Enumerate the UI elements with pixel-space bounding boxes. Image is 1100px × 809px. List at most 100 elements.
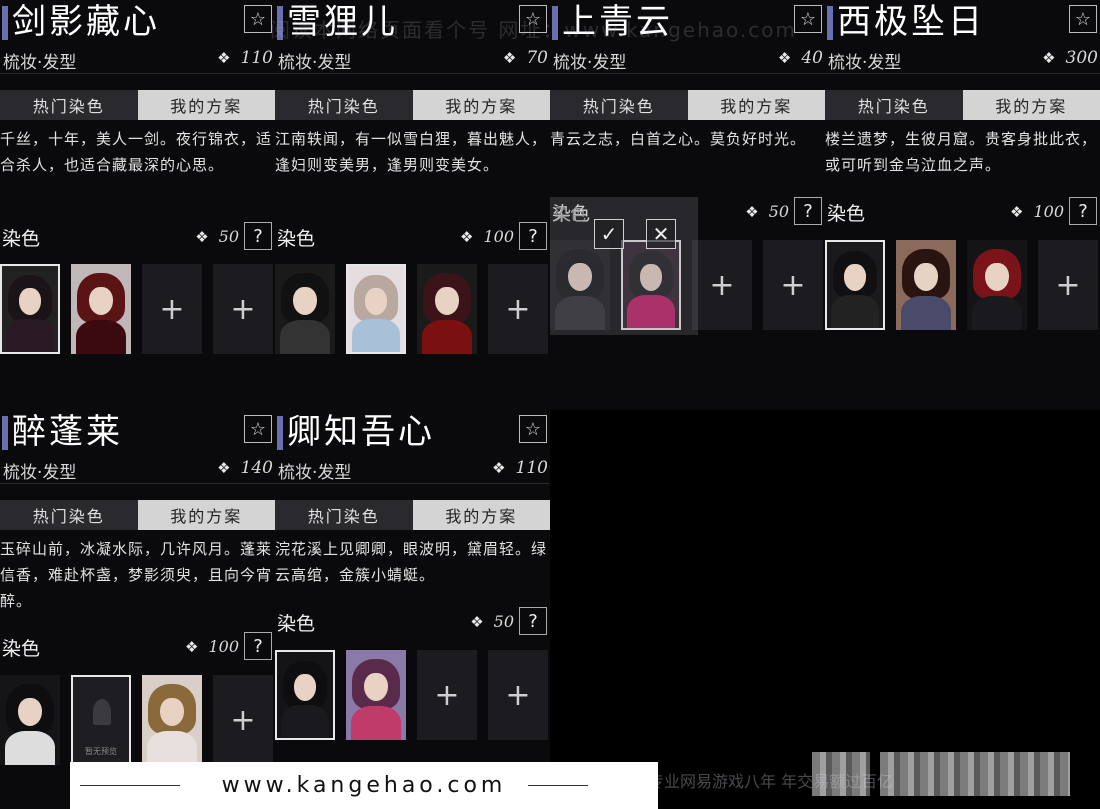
question-icon: ? (1078, 200, 1088, 222)
add-dye-slot[interactable]: + (417, 650, 477, 740)
tab-hot-dyes[interactable]: 热门染色 (0, 90, 138, 120)
tab-my-schemes[interactable]: 我的方案 (137, 500, 275, 530)
portrait-body (4, 730, 56, 765)
price-value: ❖ 110 (492, 458, 548, 478)
dye-preview-slot[interactable] (142, 675, 202, 765)
dye-preview-placeholder[interactable]: 暂无预览 (71, 675, 131, 765)
category-label: 梳妆·发型 (3, 463, 77, 483)
dye-preview-slot[interactable] (346, 650, 406, 740)
dye-preview-slot[interactable] (0, 675, 60, 765)
tab-my-schemes[interactable]: 我的方案 (412, 90, 550, 120)
dye-preview-slot[interactable] (896, 240, 956, 330)
star-icon: ☆ (249, 418, 267, 440)
character-portrait (346, 650, 406, 740)
add-dye-slot[interactable]: + (692, 240, 752, 330)
dye-preview-slot[interactable] (275, 264, 335, 354)
character-portrait (417, 264, 477, 354)
plus-icon: + (780, 267, 806, 303)
dye-price-number: 100 (208, 637, 239, 656)
add-dye-slot[interactable]: + (213, 675, 273, 765)
price-number: 300 (1065, 48, 1098, 68)
favorite-button[interactable]: ☆ (244, 415, 272, 443)
favorite-button[interactable]: ☆ (519, 415, 547, 443)
tab-hot-dyes[interactable]: 热门染色 (825, 90, 963, 120)
dye-preview-slot[interactable] (71, 264, 131, 354)
portrait-body (281, 705, 329, 738)
dye-row: 染色 ❖ 50 ? (0, 222, 275, 254)
portrait-body (971, 295, 1023, 330)
tab-hot-dyes[interactable]: 热门染色 (0, 500, 138, 530)
portrait-body (900, 295, 952, 330)
category-label: 梳妆·发型 (828, 53, 902, 73)
dye-preview-slot[interactable] (967, 240, 1027, 330)
dye-preview-slot[interactable] (0, 264, 60, 354)
price-number: 140 (240, 458, 273, 478)
help-button[interactable]: ? (244, 632, 272, 660)
dye-label: 染色 (827, 203, 866, 225)
card-title: 西极坠日 (837, 2, 985, 42)
question-icon: ? (528, 225, 538, 247)
footer-divider (528, 785, 588, 786)
tab-my-schemes[interactable]: 我的方案 (137, 90, 275, 120)
portrait-face (364, 287, 388, 316)
tab-hot-dyes[interactable]: 热门染色 (550, 90, 688, 120)
card-description: 江南轶闻，有一似雪白狸，暮出魅人，逢妇则变美男，逢男则变美女。 (275, 130, 548, 174)
dye-price-number: 100 (483, 227, 514, 246)
favorite-button[interactable]: ☆ (1069, 5, 1097, 33)
dye-slots: + (825, 240, 1100, 332)
dye-price-number: 50 (218, 227, 239, 246)
price-number: 110 (515, 458, 548, 478)
favorite-button[interactable]: ☆ (244, 5, 272, 33)
title-accent-bar (277, 416, 283, 450)
add-dye-slot[interactable]: + (142, 264, 202, 354)
star-icon: ☆ (249, 8, 267, 30)
dye-price: ❖ 100 (1010, 202, 1064, 221)
add-dye-slot[interactable]: + (1038, 240, 1098, 330)
coin-icon: ❖ (217, 459, 231, 477)
category-label: 梳妆·发型 (278, 53, 352, 73)
card-description: 浣花溪上见卿卿，眼波明，黛眉轻。绿云高绾，金簇小蜻蜓。 (275, 540, 548, 584)
tab-bar: 热门染色 我的方案 (0, 500, 275, 530)
add-dye-slot[interactable]: + (213, 264, 273, 354)
title-accent-bar (827, 6, 833, 40)
card-description: 千丝，十年，美人一剑。夜行锦衣，适合杀人，也适合藏最深的心思。 (0, 130, 273, 174)
plus-icon: + (505, 677, 531, 713)
card-title: 卿知吾心 (287, 412, 435, 452)
character-portrait (827, 242, 883, 328)
category-label: 梳妆·发型 (3, 53, 77, 73)
dye-preview-slot[interactable] (417, 264, 477, 354)
bell-icon (93, 699, 111, 725)
favorite-button[interactable]: ☆ (794, 5, 822, 33)
add-dye-slot[interactable]: + (763, 240, 823, 330)
add-dye-slot[interactable]: + (488, 650, 548, 740)
price-number: 110 (240, 48, 273, 68)
tab-hot-dyes[interactable]: 热门染色 (275, 500, 413, 530)
cancel-button[interactable]: ✕ (646, 219, 676, 249)
portrait-body (279, 319, 331, 354)
dye-preview-slot[interactable] (275, 650, 335, 740)
tab-my-schemes[interactable]: 我的方案 (412, 500, 550, 530)
dye-price-number: 50 (768, 202, 789, 221)
help-button[interactable]: ? (1069, 197, 1097, 225)
tab-hot-dyes[interactable]: 热门染色 (275, 90, 413, 120)
help-button[interactable]: ? (244, 222, 272, 250)
question-icon: ? (253, 635, 263, 657)
overlay-label: 染色 (554, 205, 587, 224)
add-dye-slot[interactable]: + (488, 264, 548, 354)
tab-my-schemes[interactable]: 我的方案 (962, 90, 1100, 120)
portrait-body (831, 295, 879, 328)
help-button[interactable]: ? (519, 222, 547, 250)
help-button[interactable]: ? (519, 607, 547, 635)
watermark-text: 阅读本网络页面看个号 网址：www.kangehao.com (270, 18, 798, 42)
price-number: 70 (526, 48, 548, 68)
dye-label: 染色 (2, 228, 41, 250)
help-button[interactable]: ? (794, 197, 822, 225)
tab-my-schemes[interactable]: 我的方案 (687, 90, 825, 120)
dye-row: 染色 ❖ 100 ? (275, 222, 550, 254)
category-label: 梳妆·发型 (278, 463, 352, 483)
dye-preview-slot[interactable] (825, 240, 885, 330)
dye-preview-slot[interactable] (346, 264, 406, 354)
confirm-button[interactable]: ✓ (594, 219, 624, 249)
outfit-card: 西极坠日 ☆ 梳妆·发型 ❖ 300 热门染色 我的方案 楼兰遗梦，生彼月窟。贵客… (825, 0, 1100, 410)
title-accent-bar (2, 416, 8, 450)
